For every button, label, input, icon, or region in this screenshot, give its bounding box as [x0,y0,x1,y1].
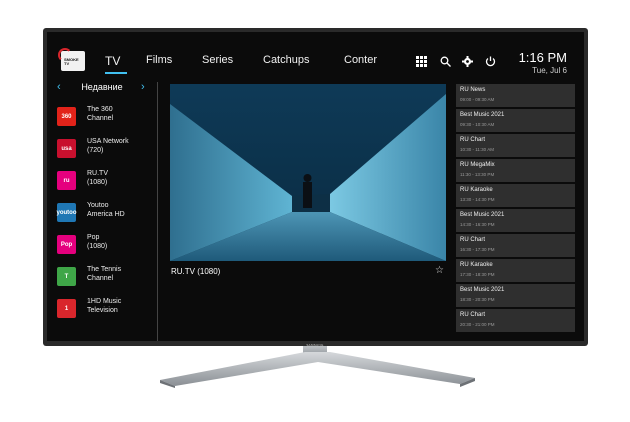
program-item[interactable]: Best Music 2021 14:30 - 16:30 PM [456,209,575,232]
app-logo-text: SMOKE TV [64,57,79,66]
program-time: 16:30 - 17:30 PM [460,247,495,252]
program-item[interactable]: RU Chart 10:30 - 11:30 AM [456,134,575,157]
channel-item[interactable]: 360 The 360 Channel [47,103,157,133]
channel-logo: ru [57,171,76,190]
channel-name: Youtoo America HD [87,202,125,218]
program-item[interactable]: RU MegaMix 11:30 - 13:30 PM [456,159,575,182]
program-time: 09:00 - 09:30 AM [460,97,495,102]
program-item[interactable]: RU Chart 16:30 - 17:30 PM [456,234,575,257]
program-title: Best Music 2021 [460,287,505,293]
tab-films[interactable]: Films [146,54,172,66]
program-title: RU Chart [460,312,486,318]
channel-item[interactable]: ru RU.TV (1080) [47,167,157,197]
channel-item[interactable]: 1 1HD Music Television [47,295,157,325]
program-time: 11:30 - 13:30 PM [460,172,495,177]
tab-catchups[interactable]: Catchups [263,54,309,66]
program-item[interactable]: RU Chart 20:30 - 21:00 PM [456,309,575,332]
program-item[interactable]: Best Music 2021 09:30 - 10:30 AM [456,109,575,132]
program-title: RU Chart [460,137,486,143]
tv-brand-label: SAMSUNG [306,343,324,347]
channel-item[interactable]: Pop Pop (1080) [47,231,157,261]
program-title: RU MegaMix [460,162,495,168]
app-logo[interactable]: SMOKE TV [58,48,85,71]
channel-logo: Pop [57,235,76,254]
program-item[interactable]: RU Karaoke 13:30 - 14:30 PM [456,184,575,207]
power-icon[interactable] [485,56,496,67]
gear-icon[interactable] [462,56,473,67]
channel-logo: usa [57,139,76,158]
tv-stand-base [160,352,475,388]
channel-logo: T [57,267,76,286]
channel-name: 1HD Music Television [87,298,122,314]
clock-time: 1:16 PM [518,50,567,65]
sidebar-header: ‹ Недавние › [47,80,157,96]
search-icon[interactable] [440,56,451,67]
tv-screen: SMOKE TV TV Films Series Catchups Conter… [47,32,584,341]
program-item[interactable]: Best Music 2021 18:30 - 20:30 PM [456,284,575,307]
clock-date: Tue, Jul 6 [532,66,567,75]
channel-name: The Tennis Channel [87,266,122,282]
program-title: RU News [460,87,486,93]
sidebar-divider [157,82,158,341]
program-time: 17:30 - 18:30 PM [460,272,495,277]
program-item[interactable]: RU Karaoke 17:30 - 18:30 PM [456,259,575,282]
program-item[interactable]: RU News 09:00 - 09:30 AM [456,84,575,107]
active-tab-indicator [105,72,127,74]
program-title: RU Chart [460,237,486,243]
channel-logo: 360 [57,107,76,126]
sidebar-title: Недавние [81,82,123,92]
channel-name: The 360 Channel [87,106,114,122]
channel-name: Pop (1080) [87,234,108,250]
channel-name: RU.TV (1080) [87,170,108,186]
program-title: RU Karaoke [460,262,493,268]
chevron-left-icon[interactable]: ‹ [57,81,61,93]
program-time: 13:30 - 14:30 PM [460,197,495,202]
video-player[interactable] [170,84,446,261]
tab-tv[interactable]: TV [105,54,120,68]
channel-item[interactable]: T The Tennis Channel [47,263,157,293]
channel-name: USA Network (720) [87,138,129,154]
favorite-star-icon[interactable]: ☆ [435,265,444,276]
program-time: 18:30 - 20:30 PM [460,297,495,302]
channel-logo: youtoo [57,203,77,222]
channel-logo: 1 [57,299,76,318]
tab-series[interactable]: Series [202,54,233,66]
program-time: 10:30 - 11:30 AM [460,147,494,152]
program-time: 20:30 - 21:00 PM [460,322,495,327]
tab-conter[interactable]: Conter [344,54,377,66]
now-playing-title: RU.TV (1080) [171,267,221,276]
channel-item[interactable]: usa USA Network (720) [47,135,157,165]
program-time: 09:30 - 10:30 AM [460,122,495,127]
channel-item[interactable]: youtoo Youtoo America HD [47,199,157,229]
program-title: Best Music 2021 [460,112,505,118]
chevron-right-icon[interactable]: › [141,81,145,93]
program-title: Best Music 2021 [460,212,505,218]
program-title: RU Karaoke [460,187,493,193]
program-time: 14:30 - 16:30 PM [460,222,495,227]
grid-icon[interactable] [416,56,427,67]
